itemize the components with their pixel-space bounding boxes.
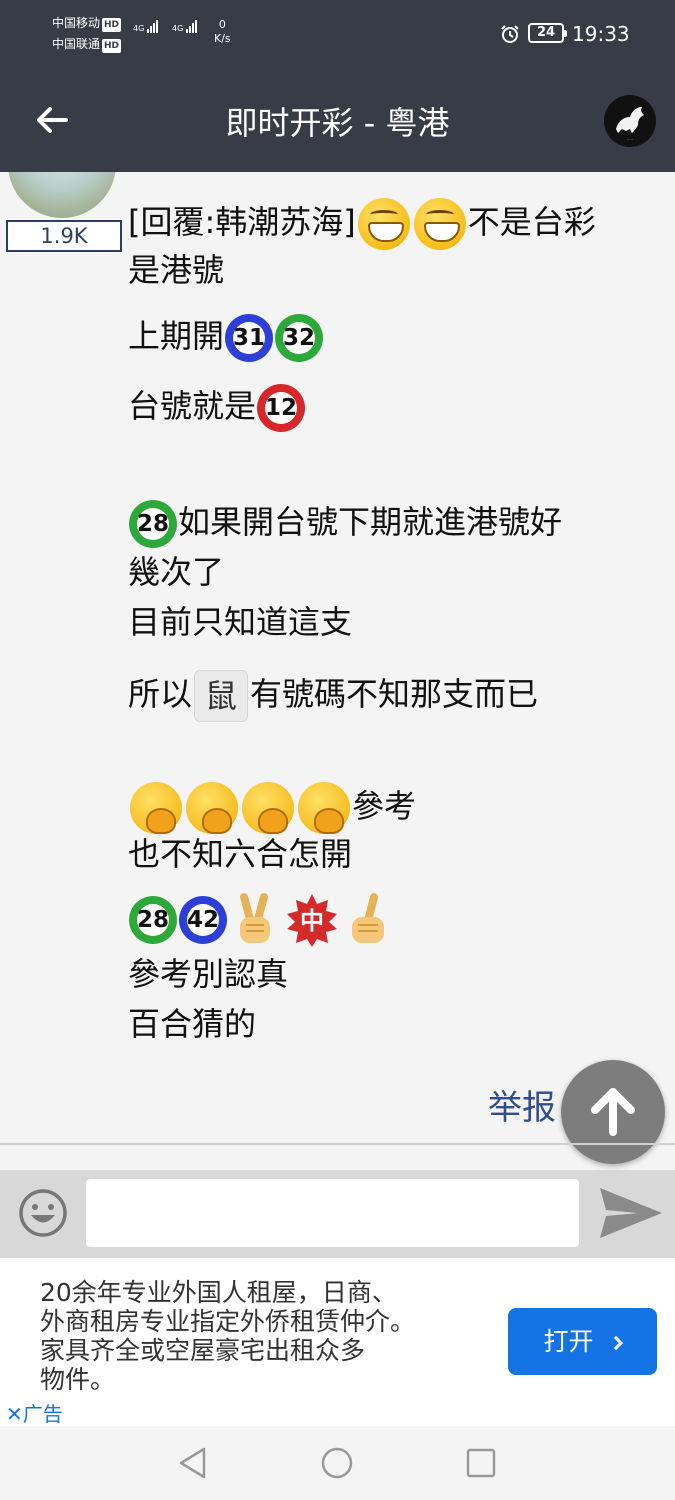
post-line-9: 參考 — [128, 782, 416, 834]
battery-icon: 24 — [528, 23, 567, 43]
victory-hand-icon — [240, 893, 270, 943]
post-line-6: 幾次了 — [128, 553, 225, 591]
network-speed: 0 K/s — [214, 18, 231, 46]
post-text: 上期開 — [128, 317, 225, 355]
ball-number: 28 — [136, 907, 169, 933]
network-type-2: 4G — [172, 24, 184, 33]
post-text: 所以 — [128, 675, 193, 713]
signal-icon-2: 4G — [172, 20, 198, 33]
post-line-2: 是港號 — [128, 251, 225, 289]
message-input[interactable] — [86, 1179, 579, 1247]
network-type-1: 4G — [133, 24, 145, 33]
hd-badge-2: HD — [102, 39, 122, 53]
network-speed-unit: K/s — [214, 32, 231, 45]
system-nav-bar — [0, 1426, 675, 1500]
app-bar: 即时开彩 - 粤港 ····· — [0, 70, 675, 172]
hand-over-mouth-emoji-icon — [298, 782, 350, 834]
ad-close[interactable]: ✕广告 — [6, 1398, 63, 1427]
post-line-7: 目前只知道這支 — [128, 603, 353, 641]
number-ball-green: 28 — [129, 500, 177, 548]
svg-text:·····: ····· — [627, 137, 633, 142]
ad-banner[interactable]: 20余年专业外国人租屋，日商、 外商租房专业指定外侨租赁仲介。 家具齐全或空屋豪… — [0, 1258, 675, 1426]
post-content: 1.9K [回覆:韩潮苏海] 不是台彩 是港號 上期開 31 32 台號就是 12 28… — [0, 172, 675, 1142]
horse-logo-icon: ····· — [616, 107, 644, 142]
hand-over-mouth-emoji-icon — [242, 782, 294, 834]
close-icon[interactable]: ✕ — [6, 1402, 23, 1426]
grin-emoji-icon — [357, 198, 410, 250]
number-ball-green: 32 — [275, 314, 324, 362]
post-line-8: 所以鼠有號碼不知那支而已 — [128, 670, 538, 722]
post-line-13: 百合猜的 — [128, 1005, 257, 1043]
chevron-right-icon — [609, 1335, 624, 1351]
hand-over-mouth-emoji-icon — [186, 782, 238, 834]
zhong-badge-icon: 中 — [287, 894, 337, 947]
arrow-up-icon — [591, 1088, 635, 1136]
avatar[interactable] — [8, 172, 116, 218]
report-link[interactable]: 举报 — [488, 1080, 556, 1129]
post-text: 參考 — [352, 787, 417, 825]
status-time: 19:33 — [572, 22, 630, 46]
carrier-2: 中国联通 HD — [52, 37, 122, 53]
post-line-12: 參考別認真 — [128, 955, 289, 993]
ball-number: 28 — [136, 511, 169, 537]
send-button[interactable] — [598, 1184, 664, 1242]
post-text: 有號碼不知那支而已 — [250, 675, 539, 713]
post-text: 如果開台號下期就進港號好 — [178, 503, 563, 541]
view-count-badge: 1.9K — [6, 220, 122, 252]
alarm-icon — [501, 25, 519, 43]
post-line-4: 台號就是 12 — [128, 384, 306, 432]
ad-open-label: 打开 — [543, 1327, 594, 1356]
zhong-text: 中 — [300, 907, 324, 935]
signal-icon-1: 4G — [133, 20, 159, 33]
carrier-2-name: 中国联通 — [52, 37, 101, 51]
post-line-3: 上期開 31 32 — [128, 314, 324, 362]
ball-number: 32 — [283, 325, 316, 351]
compose-bar — [0, 1170, 675, 1258]
post-line-11: 28 42 中 — [128, 892, 396, 948]
app-logo[interactable]: ····· — [604, 95, 656, 147]
page-title: 即时开彩 - 粤港 — [225, 104, 450, 142]
nav-recents-icon[interactable] — [464, 1446, 498, 1480]
ball-number: 42 — [186, 907, 219, 933]
carrier-1: 中国移动 HD — [52, 16, 122, 32]
ad-tag: 广告 — [22, 1402, 63, 1426]
post-text: 不是台彩 — [467, 203, 596, 241]
number-ball-blue: 31 — [225, 314, 274, 362]
divider — [0, 1143, 675, 1145]
grin-emoji-icon — [413, 198, 466, 250]
ad-open-button[interactable]: 打开 — [508, 1308, 657, 1375]
network-speed-value: 0 — [218, 18, 226, 31]
number-ball-red: 12 — [257, 384, 306, 432]
hand-over-mouth-emoji-icon — [130, 782, 182, 834]
pointing-up-hand-icon — [352, 893, 384, 943]
number-ball-green: 28 — [129, 896, 177, 944]
reply-tag: [回覆:韩潮苏海] — [128, 203, 356, 241]
number-ball-blue: 42 — [179, 896, 227, 944]
ball-number: 31 — [233, 325, 266, 351]
post-line-10: 也不知六合怎開 — [128, 835, 353, 873]
post-text: 台號就是 — [128, 387, 257, 425]
ball-number: 12 — [265, 395, 298, 421]
rat-zodiac-icon: 鼠 — [194, 670, 249, 722]
emoji-button[interactable] — [18, 1188, 68, 1238]
post-line-1: [回覆:韩潮苏海] 不是台彩 — [128, 198, 596, 250]
post-line-5: 28 如果開台號下期就進港號好 — [128, 500, 562, 548]
status-bar: 中国移动 HD 中国联通 HD 4G 4G 0 K/s 24 19:33 — [0, 0, 675, 70]
ad-text: 20余年专业外国人租屋，日商、 外商租房专业指定外侨租赁仲介。 家具齐全或空屋豪… — [40, 1278, 416, 1394]
hd-badge-1: HD — [102, 18, 122, 32]
carrier-1-name: 中国移动 — [52, 16, 101, 30]
scroll-to-top-button[interactable] — [561, 1060, 665, 1164]
nav-back-icon[interactable] — [176, 1446, 210, 1480]
nav-home-icon[interactable] — [320, 1446, 354, 1480]
